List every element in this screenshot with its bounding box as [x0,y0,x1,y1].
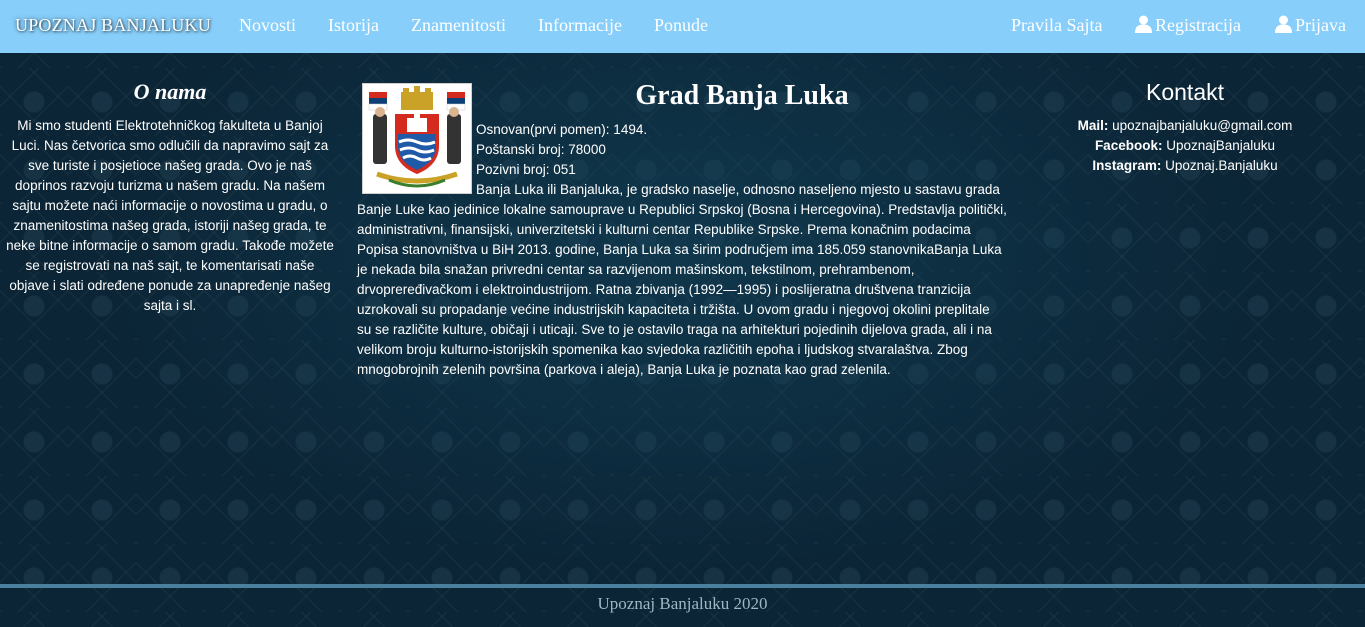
user-icon [1275,15,1292,33]
contact-section: Kontakt Mail: upoznajbanjaluku@gmail.com… [1040,78,1330,176]
brand-link[interactable]: UPOZNAJ BANJALUKU [15,15,211,36]
coat-of-arms-image [362,83,472,194]
nav-link-pravila-sajta[interactable]: Pravila Sajta [1011,15,1102,36]
nav-link-registracija[interactable]: Registracija [1135,15,1241,36]
city-info-section: Grad Banja Luka Osnovan(prvi pomen): 149… [357,78,1007,380]
nav-link-ponude[interactable]: Ponude [654,15,708,36]
about-section: O nama Mi smo studenti Elektrotehničkog … [0,78,340,316]
contact-mail-label: Mail: [1077,118,1109,133]
nav-link-prijava[interactable]: Prijava [1275,15,1346,36]
city-description: Banja Luka ili Banjaluka, je gradsko nas… [357,182,1007,377]
contact-mail-value: upoznajbanjaluku@gmail.com [1112,118,1293,133]
nav-link-istorija[interactable]: Istorija [328,15,379,36]
nav-link-informacije[interactable]: Informacije [538,15,622,36]
about-text: Mi smo studenti Elektrotehničkog fakulte… [6,118,334,313]
footer: Upoznaj Banjaluku 2020 [0,588,1365,627]
coat-of-arms-icon [363,84,471,193]
contact-facebook-value: UpoznajBanjaluku [1166,138,1276,153]
user-icon [1135,15,1152,33]
about-title: O nama [133,79,207,104]
nav-link-znamenitosti[interactable]: Znamenitosti [411,15,506,36]
contact-instagram-label: Instagram: [1092,158,1162,173]
contact-title: Kontakt [1146,79,1224,105]
registracija-label: Registracija [1155,15,1241,35]
contact-facebook-label: Facebook: [1094,138,1163,153]
footer-text: Upoznaj Banjaluku 2020 [597,594,768,613]
contact-facebook-row: Facebook: UpoznajBanjaluku [1040,136,1330,156]
navbar: UPOZNAJ BANJALUKU Novosti Istorija Zname… [0,0,1365,53]
contact-mail-row: Mail: upoznajbanjaluku@gmail.com [1040,116,1330,136]
contact-instagram-value: Upoznaj.Banjaluku [1165,158,1278,173]
prijava-label: Prijava [1295,15,1346,35]
nav-link-novosti[interactable]: Novosti [239,15,296,36]
contact-instagram-row: Instagram: Upoznaj.Banjaluku [1040,156,1330,176]
